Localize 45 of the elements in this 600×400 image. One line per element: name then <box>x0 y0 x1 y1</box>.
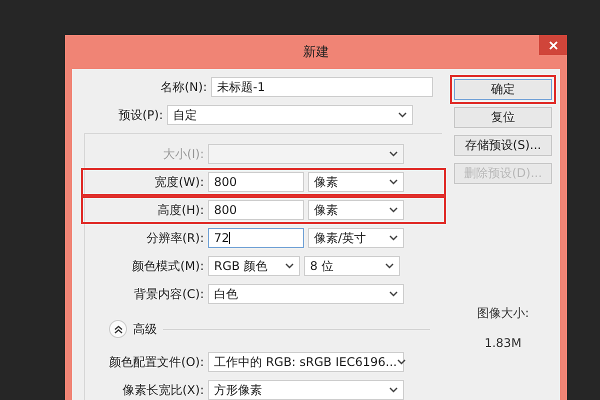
field-label: 颜色配置文件(O): <box>108 354 204 370</box>
field-label: 分辨率(R): <box>145 230 204 246</box>
dropdown-caret-icon <box>389 151 398 157</box>
field-label: 预设(P): <box>117 106 163 124</box>
image-size-value: 1.83M <box>484 336 522 350</box>
unit-dropdown[interactable]: 像素 <box>308 172 404 192</box>
image-size-label: 图像大小: <box>476 305 530 322</box>
window-title: 新建 <box>303 44 329 61</box>
input-field[interactable]: 72 <box>208 228 304 248</box>
dropdown-caret-icon <box>398 112 407 118</box>
unit-dropdown[interactable]: 像素 <box>308 200 404 220</box>
close-icon <box>548 40 558 50</box>
field-label: 大小(I): <box>162 146 204 162</box>
input-field[interactable]: 800 <box>208 172 304 192</box>
dialog-button[interactable]: 复位 <box>454 107 552 128</box>
section-title: 高级 <box>133 320 157 338</box>
dropdown-caret-icon <box>385 263 394 269</box>
field-label: 像素长宽比(X): <box>121 382 204 398</box>
dropdown[interactable]: 工作中的 RGB: sRGB IEC6196... <box>208 352 404 372</box>
collapse-button[interactable] <box>109 320 127 338</box>
dropdown[interactable]: 方形像素 <box>208 380 404 400</box>
dropdown-caret-icon <box>389 235 398 241</box>
dropdown-caret-icon <box>396 359 406 365</box>
dialog-button[interactable]: 存储预设(S)... <box>454 135 552 156</box>
input-field[interactable]: 未标题-1 <box>211 77 433 97</box>
dropdown-caret-icon <box>389 179 398 185</box>
dropdown-caret-icon <box>389 387 398 393</box>
input-field[interactable]: 800 <box>208 200 304 220</box>
field-label: 颜色模式(M): <box>131 258 204 274</box>
dropdown[interactable]: RGB 颜色 <box>208 256 300 276</box>
unit-dropdown[interactable]: 像素/英寸 <box>308 228 404 248</box>
dropdown-caret-icon <box>389 207 398 213</box>
dropdown[interactable]: 自定 <box>167 105 413 125</box>
field-label: 高度(H): <box>156 202 204 218</box>
text-cursor-icon <box>229 232 230 244</box>
close-button[interactable] <box>539 35 567 55</box>
field-label: 背景内容(C): <box>133 286 204 302</box>
dropdown[interactable]: 白色 <box>208 284 404 304</box>
dropdown[interactable]: 8 位 <box>304 256 400 276</box>
double-chevron-icon <box>114 324 122 334</box>
field-label: 宽度(W): <box>154 174 204 190</box>
dropdown-caret-icon <box>389 291 398 297</box>
field-label: 名称(N): <box>160 78 207 96</box>
dialog-button[interactable]: 确定 <box>454 79 552 100</box>
dropdown-caret-icon <box>285 263 294 269</box>
